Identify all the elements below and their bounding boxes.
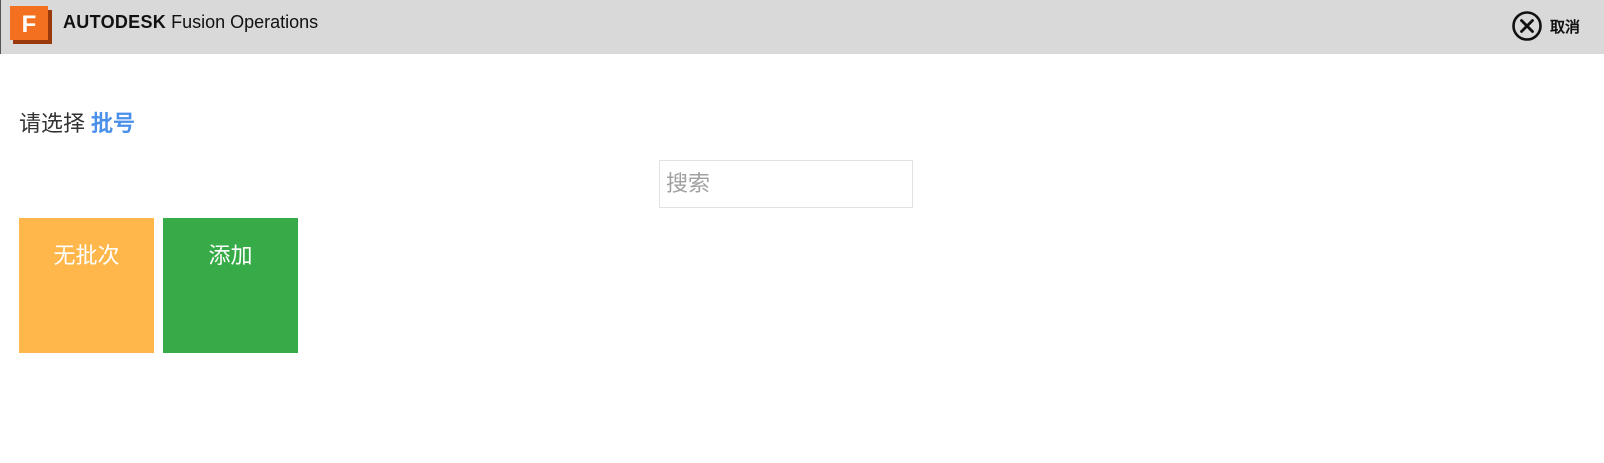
prompt-accent: 批号 bbox=[91, 112, 136, 137]
cancel-button[interactable]: 取消 bbox=[1511, 10, 1580, 42]
add-tile[interactable]: 添加 bbox=[163, 218, 298, 353]
prompt-text: 请选择 bbox=[19, 112, 86, 137]
page-title: 请选择 批号 bbox=[19, 106, 135, 138]
search-input[interactable] bbox=[659, 160, 913, 208]
no-batch-tile[interactable]: 无批次 bbox=[19, 218, 154, 353]
app-title: AUTODESK Fusion Operations bbox=[63, 12, 318, 33]
brand-name: AUTODESK bbox=[63, 12, 167, 32]
no-batch-label: 无批次 bbox=[53, 244, 120, 269]
svg-text:F: F bbox=[22, 11, 37, 38]
cancel-label: 取消 bbox=[1549, 17, 1580, 36]
product-name: Fusion Operations bbox=[171, 12, 319, 32]
fusion-logo-icon: F bbox=[10, 6, 52, 44]
close-circle-icon bbox=[1512, 11, 1542, 41]
app-header: F AUTODESK Fusion Operations 取消 bbox=[0, 0, 1604, 54]
add-label: 添加 bbox=[208, 244, 253, 269]
